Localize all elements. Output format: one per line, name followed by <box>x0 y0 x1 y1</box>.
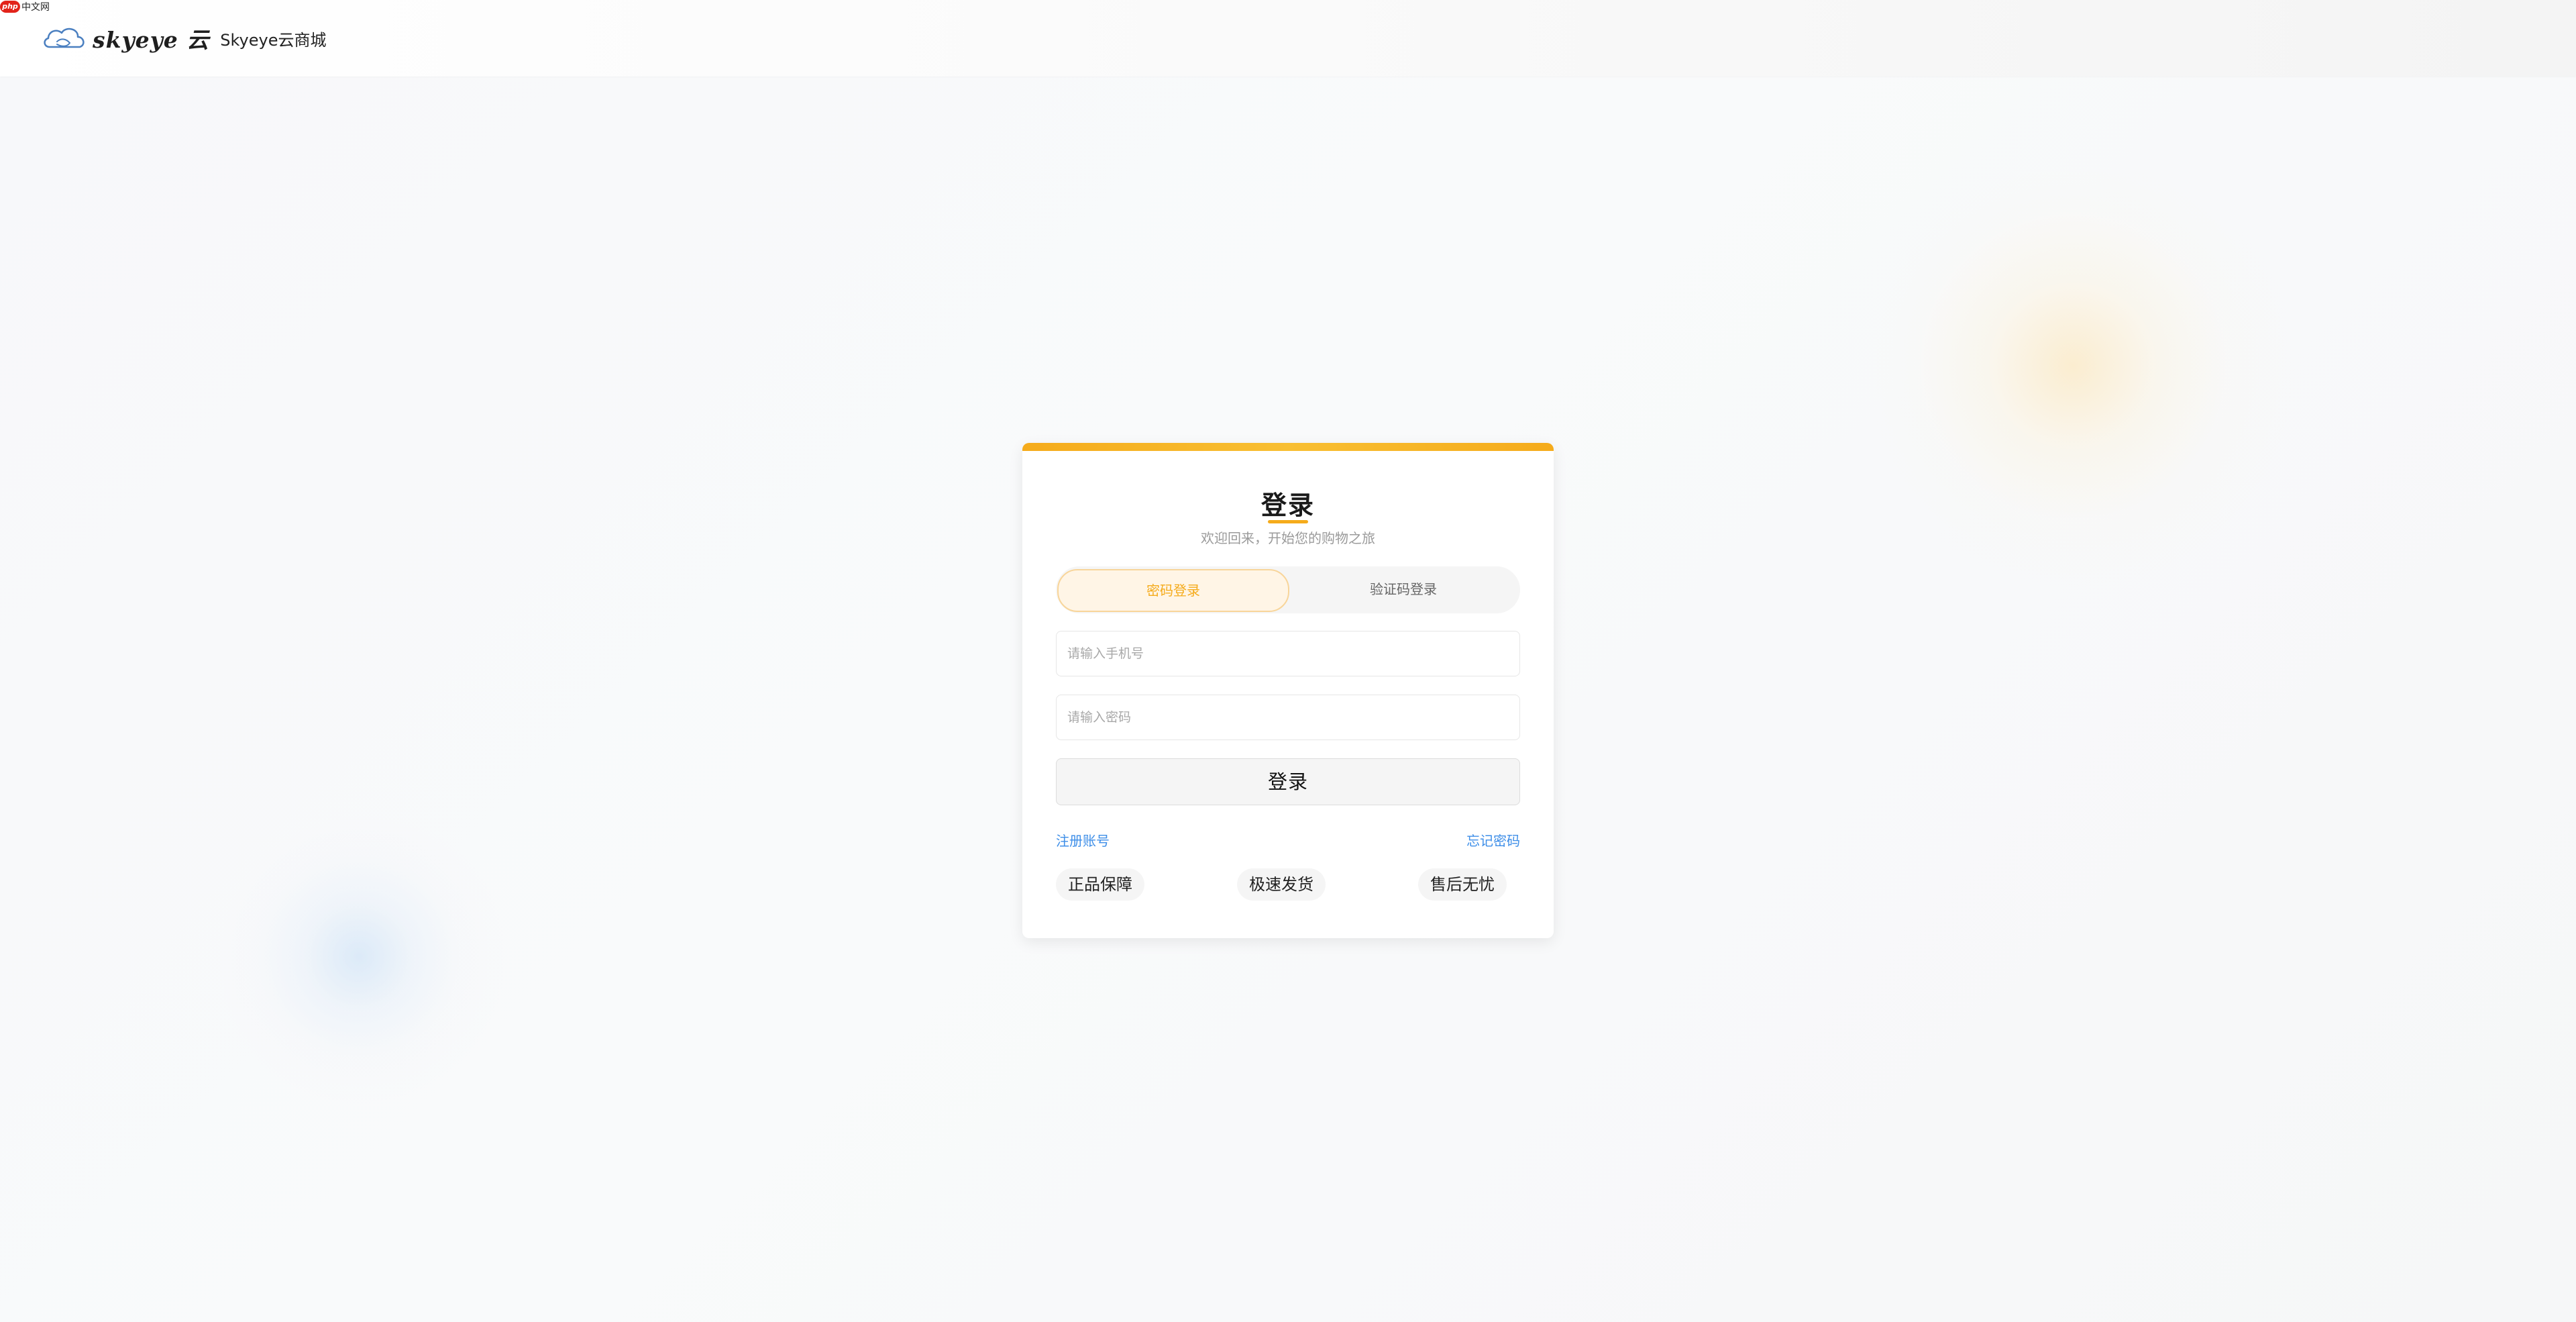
feature-badge: 售后无忧 <box>1418 868 1507 901</box>
watermark-text: 中文网 <box>21 2 50 13</box>
tab-password-login[interactable]: 密码登录 <box>1057 569 1289 612</box>
tab-code-login[interactable]: 验证码登录 <box>1289 569 1517 609</box>
forgot-password-link[interactable]: 忘记密码 <box>1466 830 1520 850</box>
login-subtitle: 欢迎回来，开始您的购物之旅 <box>1201 530 1375 546</box>
feature-badges: 正品保障 极速发货 售后无忧 <box>1056 868 1520 901</box>
brand-name: Skyeye云商城 <box>220 30 327 50</box>
brand[interactable]: skyeye 云 Skyeye云商城 <box>42 20 327 56</box>
brand-script-logo: skyeye 云 <box>93 27 210 53</box>
login-card: 登录 欢迎回来，开始您的购物之旅 密码登录 验证码登录 登录 注册账号 忘记密码… <box>1022 443 1554 938</box>
login-title: 登录 <box>1260 491 1315 520</box>
card-accent-bar <box>1022 443 1554 451</box>
phone-input[interactable] <box>1056 631 1520 676</box>
watermark-logo: php 中文网 <box>0 0 50 13</box>
login-button[interactable]: 登录 <box>1056 758 1520 805</box>
top-header: skyeye 云 Skyeye云商城 <box>0 0 2576 77</box>
watermark-badge: php <box>0 1 20 13</box>
login-method-tabs: 密码登录 验证码登录 <box>1056 566 1520 613</box>
title-underline <box>1268 520 1308 523</box>
register-link[interactable]: 注册账号 <box>1056 830 1110 850</box>
password-input[interactable] <box>1056 695 1520 740</box>
cloud-icon <box>44 28 85 48</box>
feature-badge: 极速发货 <box>1237 868 1326 901</box>
feature-badge: 正品保障 <box>1056 868 1144 901</box>
